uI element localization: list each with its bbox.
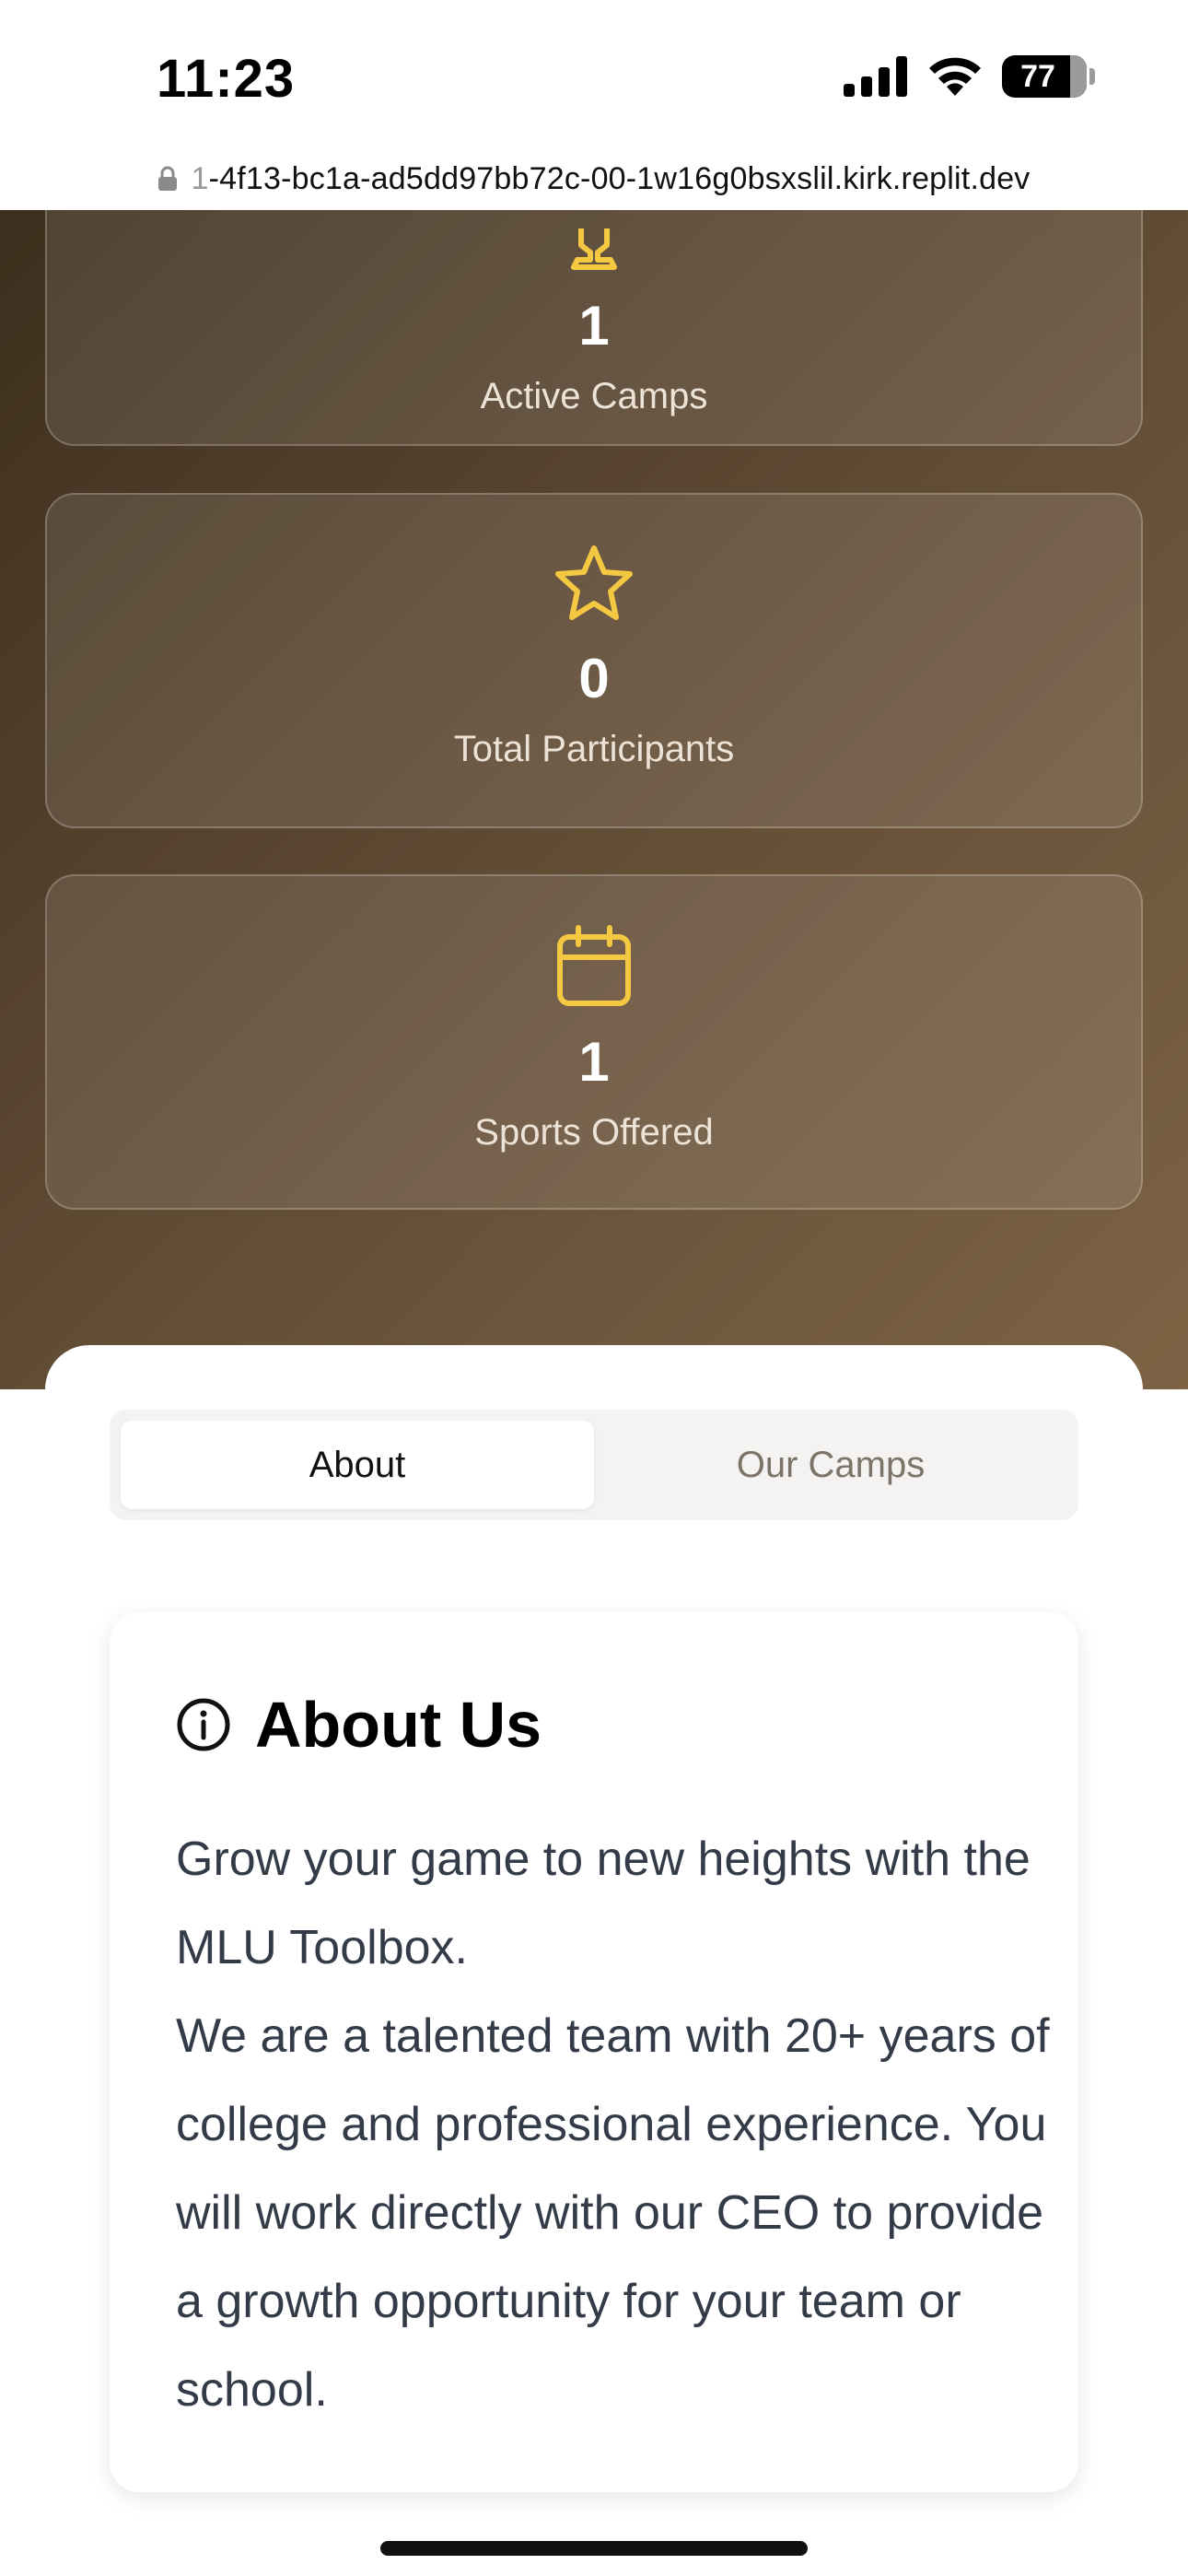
tab-about[interactable]: About bbox=[121, 1421, 594, 1509]
battery-icon: 77 bbox=[1002, 55, 1095, 98]
wifi-icon bbox=[929, 57, 981, 96]
tab-bar: About Our Camps bbox=[110, 1410, 1078, 1520]
stat-label: Total Participants bbox=[453, 729, 735, 769]
tab-our-camps[interactable]: Our Camps bbox=[594, 1421, 1067, 1509]
stat-label: Active Camps bbox=[480, 376, 708, 416]
status-bar: 11:23 77 bbox=[0, 0, 1188, 147]
battery-level: 77 bbox=[1020, 58, 1055, 94]
stat-label: Sports Offered bbox=[474, 1112, 714, 1153]
info-icon bbox=[177, 1698, 230, 1751]
stat-value: 0 bbox=[578, 648, 610, 709]
app-root: 11:23 77 1-4f13-bc1a-ad5dd97bb72c-00-1w1… bbox=[0, 0, 1188, 2576]
status-time: 11:23 bbox=[157, 49, 296, 109]
about-title: About Us bbox=[255, 1689, 542, 1761]
stat-value: 1 bbox=[578, 1031, 610, 1093]
calendar-icon bbox=[557, 925, 631, 1006]
hero-section: 1 Active Camps 0 Total Participants 1 Sp… bbox=[0, 210, 1188, 1389]
home-indicator bbox=[380, 2541, 808, 2556]
about-card: About Us Grow your game to new heights w… bbox=[110, 1612, 1078, 2492]
trophy-icon bbox=[571, 228, 617, 270]
about-header: About Us bbox=[176, 1688, 542, 1762]
signal-icon bbox=[844, 56, 907, 97]
address-bar[interactable]: 1-4f13-bc1a-ad5dd97bb72c-00-1w16g0bsxsli… bbox=[0, 147, 1188, 210]
about-paragraph-1: Grow your game to new heights with the M… bbox=[176, 1832, 1031, 1974]
stat-value: 1 bbox=[578, 295, 610, 357]
url-text[interactable]: 1-4f13-bc1a-ad5dd97bb72c-00-1w16g0bsxsli… bbox=[191, 161, 1030, 197]
stat-card-sports-offered: 1 Sports Offered bbox=[45, 874, 1143, 1210]
url-faded-prefix: 1 bbox=[191, 160, 209, 196]
stat-card-active-camps: 1 Active Camps bbox=[45, 210, 1143, 446]
about-paragraph-2: We are a talented team with 20+ years of… bbox=[176, 2009, 1050, 2417]
content-sheet: About Our Camps About Us Grow your game … bbox=[45, 1345, 1143, 2576]
stat-card-total-participants: 0 Total Participants bbox=[45, 493, 1143, 828]
url-main: -4f13-bc1a-ad5dd97bb72c-00-1w16g0bsxslil… bbox=[208, 160, 1031, 196]
about-body: Grow your game to new heights with the M… bbox=[176, 1815, 1060, 2434]
star-icon bbox=[555, 545, 633, 620]
status-icons: 77 bbox=[844, 55, 1095, 98]
lock-icon bbox=[158, 166, 178, 191]
